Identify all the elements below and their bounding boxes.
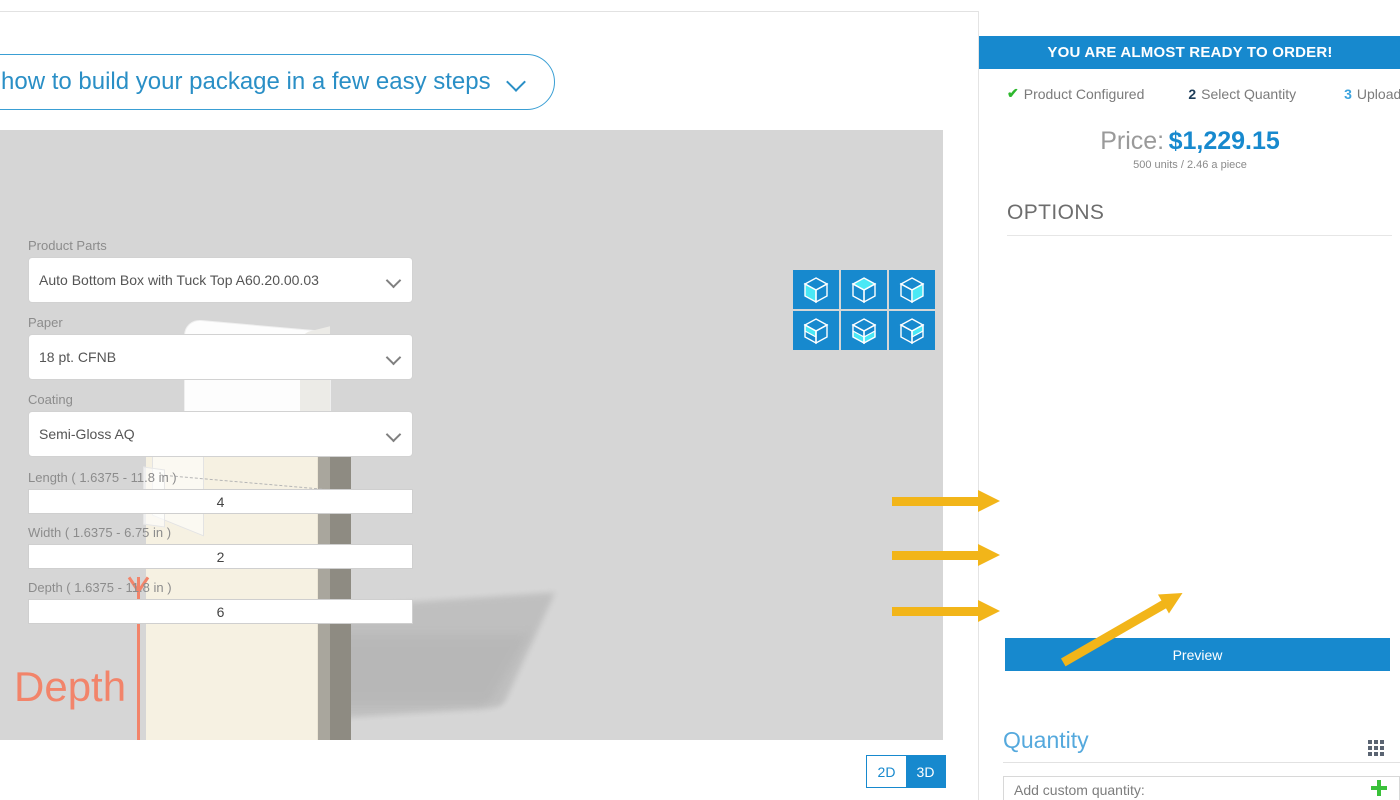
cube-view-buttons	[793, 270, 935, 350]
depth-dimension-label: Depth	[14, 663, 127, 710]
width-label: Width ( 1.6375 - 6.75 in )	[28, 525, 172, 540]
depth-label: Depth ( 1.6375 - 11.8 in )	[28, 580, 172, 595]
view-mode-toggle: 2D 3D	[866, 755, 946, 788]
price-label: Price:	[1100, 127, 1165, 155]
product-parts-select[interactable]: Auto Bottom Box with Tuck Top A60.20.00.…	[28, 257, 413, 303]
step-product-configured[interactable]: ✔ Product Configured	[1007, 85, 1144, 102]
learn-banner-label: rn how to build your package in a few ea…	[0, 68, 491, 95]
field-width: Width ( 1.6375 - 6.75 in ) 2	[28, 525, 413, 569]
cube-view-bottom-right[interactable]	[889, 311, 935, 350]
cube-view-front-right[interactable]	[889, 270, 935, 309]
field-length: Length ( 1.6375 - 11.8 in ) 4	[28, 470, 413, 514]
paper-value: 18 pt. CFNB	[39, 349, 117, 365]
step-1-label: Product Configured	[1023, 85, 1145, 102]
grid-icon[interactable]	[1368, 740, 1384, 756]
width-input[interactable]: 2	[28, 544, 413, 569]
learn-how-to-build-banner[interactable]: rn how to build your package in a few ea…	[0, 54, 555, 110]
step-3-label: Upload File	[1356, 85, 1400, 102]
price-subtext: 500 units / 2.46 a piece	[1133, 159, 1247, 171]
depth-input[interactable]: 6	[28, 599, 413, 624]
custom-quantity-label: Add custom quantity:	[1014, 781, 1145, 798]
view-mode-2d-button[interactable]: 2D	[867, 756, 906, 787]
options-divider	[1007, 235, 1392, 236]
product-parts-label: Product Parts	[28, 238, 107, 253]
annotation-arrow-width	[892, 544, 1000, 566]
step-2-label: Select Quantity	[1201, 85, 1297, 102]
price-block: Price: $1,229.15 500 units / 2.46 a piec…	[979, 127, 1400, 171]
checkout-steps: ✔ Product Configured 2 Select Quantity 3…	[979, 85, 1400, 102]
quantity-section-title: Quantity	[1003, 727, 1089, 753]
check-icon: ✔	[1007, 85, 1019, 101]
step-select-quantity[interactable]: 2 Select Quantity	[1188, 86, 1296, 102]
coating-label: Coating	[28, 392, 73, 407]
length-label: Length ( 1.6375 - 11.8 in )	[28, 470, 177, 485]
chevron-down-icon[interactable]	[506, 71, 528, 93]
annotation-arrow-length	[892, 490, 1000, 512]
length-input[interactable]: 4	[28, 489, 413, 514]
order-options-panel: YOU ARE ALMOST READY TO ORDER! ✔ Product…	[978, 11, 1400, 800]
options-section-title: OPTIONS	[1007, 201, 1105, 224]
price-value: $1,229.15	[1168, 127, 1280, 155]
paper-label: Paper	[28, 315, 63, 330]
chevron-down-icon	[388, 352, 400, 364]
quantity-divider	[1003, 762, 1400, 763]
annotation-arrow-depth	[892, 600, 1000, 622]
coating-select[interactable]: Semi-Gloss AQ	[28, 411, 413, 457]
view-mode-3d-button[interactable]: 3D	[906, 756, 945, 787]
cube-view-top[interactable]	[841, 270, 887, 309]
step-2-number: 2	[1188, 85, 1197, 102]
cube-view-bottom-left[interactable]	[793, 311, 839, 350]
step-3-number: 3	[1344, 85, 1352, 102]
package-configurator-page: rn how to build your package in a few ea…	[0, 0, 1400, 800]
chevron-down-icon	[388, 429, 400, 441]
step-upload-file[interactable]: 3 Upload File	[1344, 86, 1400, 102]
field-product-parts: Product Parts Auto Bottom Box with Tuck …	[28, 238, 413, 303]
field-coating: Coating Semi-Gloss AQ	[28, 392, 413, 457]
product-parts-value: Auto Bottom Box with Tuck Top A60.20.00.…	[39, 272, 319, 288]
coating-value: Semi-Gloss AQ	[39, 426, 135, 442]
field-depth: Depth ( 1.6375 - 11.8 in ) 6	[28, 580, 413, 624]
panel-header-title: YOU ARE ALMOST READY TO ORDER!	[979, 36, 1400, 69]
chevron-down-icon	[388, 275, 400, 287]
cube-view-front-left[interactable]	[793, 270, 839, 309]
field-paper: Paper 18 pt. CFNB	[28, 315, 413, 380]
paper-select[interactable]: 18 pt. CFNB	[28, 334, 413, 380]
plus-icon[interactable]	[1371, 780, 1387, 796]
custom-quantity-row[interactable]: Add custom quantity:	[1003, 776, 1400, 800]
cube-view-bottom[interactable]	[841, 311, 887, 350]
